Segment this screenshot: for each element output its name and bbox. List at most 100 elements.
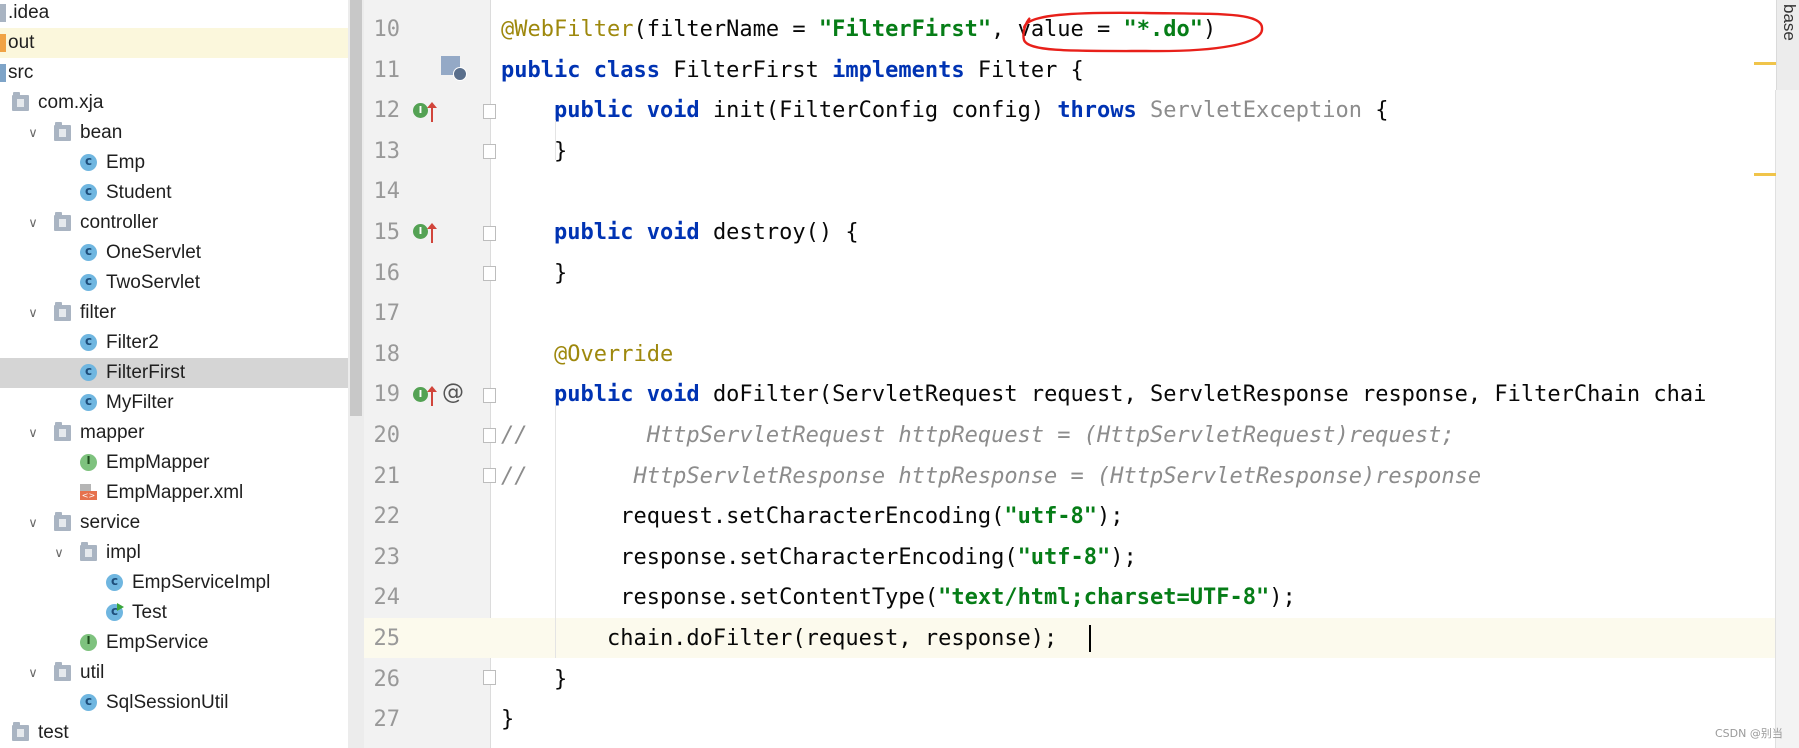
code-token: public class	[501, 58, 674, 83]
tree-item[interactable]: src	[0, 58, 348, 88]
runnable-badge-icon	[117, 603, 124, 611]
tree-expand-chevron-icon[interactable]: ∨	[24, 418, 42, 448]
tree-item-label: EmpServiceImpl	[132, 572, 271, 593]
editor-scrollbar[interactable]	[1775, 90, 1799, 748]
tree-item[interactable]: EmpServiceImpl	[0, 566, 348, 598]
tree-item[interactable]: TwoServlet	[0, 266, 348, 298]
tree-item[interactable]: .idea	[0, 0, 348, 28]
fold-start-icon[interactable]	[483, 428, 496, 443]
code-line[interactable]: chain.doFilter(request, response);	[501, 619, 1057, 659]
tree-expand-chevron-icon[interactable]: ∨	[24, 298, 42, 328]
fold-end-icon[interactable]	[483, 670, 496, 685]
code-token: public void	[553, 98, 713, 123]
code-token: doFilter(ServletRequest request, Servlet…	[712, 382, 1707, 407]
tree-item[interactable]: ∨ filter	[0, 298, 348, 328]
tree-item[interactable]: OneServlet	[0, 236, 348, 268]
code-token: @WebFilter	[501, 17, 634, 42]
tree-expand-chevron-icon[interactable]: ∨	[50, 538, 68, 568]
annotation-at-icon[interactable]: @	[442, 380, 464, 405]
tree-item[interactable]: SqlSessionUtil	[0, 686, 348, 718]
tree-item[interactable]: EmpMapper	[0, 446, 348, 478]
tree-item[interactable]: ∨ bean	[0, 118, 348, 148]
tree-item[interactable]: out	[0, 28, 348, 58]
java-class-icon	[80, 236, 97, 266]
tree-expand-chevron-icon[interactable]: ∨	[24, 208, 42, 238]
code-line[interactable]: }	[501, 254, 567, 294]
tree-item-label: MyFilter	[106, 392, 174, 413]
code-token: public void	[553, 382, 713, 407]
override-arrow-icon[interactable]	[427, 223, 437, 243]
code-token: FilterFirst	[673, 58, 833, 83]
code-line[interactable]: response.setCharacterEncoding("utf-8");	[501, 538, 1137, 578]
code-line[interactable]: // HttpServletRequest httpRequest = (Htt…	[501, 416, 1455, 456]
code-line[interactable]: }	[501, 132, 567, 172]
tree-expand-chevron-icon[interactable]: ∨	[24, 508, 42, 538]
fold-start-icon[interactable]	[483, 226, 496, 241]
tree-item[interactable]: ∨ util	[0, 658, 348, 688]
tree-scrollbar-thumb[interactable]	[350, 0, 362, 416]
tree-item[interactable]: Student	[0, 176, 348, 208]
code-line[interactable]: // HttpServletResponse httpResponse = (H…	[501, 457, 1481, 497]
tree-item-label: Test	[132, 602, 167, 623]
tree-item[interactable]: FilterFirst	[0, 356, 348, 388]
code-line[interactable]: }	[501, 700, 514, 740]
code-line[interactable]: public void destroy() {	[501, 213, 859, 253]
line-number: 25	[373, 626, 401, 651]
tree-item[interactable]: ∨ controller	[0, 208, 348, 238]
implements-method-icon[interactable]: I	[413, 224, 428, 239]
watermark: CSDN @别当	[1715, 727, 1783, 740]
folder-icon	[12, 92, 29, 111]
text-cursor	[1089, 625, 1091, 652]
code-line[interactable]: }	[501, 660, 567, 700]
fold-start-icon[interactable]	[483, 388, 496, 403]
tree-item-label: Emp	[106, 152, 146, 173]
tree-item[interactable]: Filter2	[0, 326, 348, 358]
fold-end-icon[interactable]	[483, 266, 496, 281]
line-number: 14	[373, 179, 401, 204]
tree-expand-chevron-icon[interactable]: ∨	[24, 658, 42, 688]
code-token: "utf-8"	[1017, 545, 1111, 570]
web-filter-icon[interactable]	[441, 56, 467, 81]
tree-item[interactable]: Test	[0, 596, 348, 628]
code-line[interactable]: request.setCharacterEncoding("utf-8");	[501, 497, 1123, 537]
code-token: "FilterFirst"	[818, 17, 992, 42]
tree-item-label: controller	[80, 212, 159, 233]
override-arrow-icon[interactable]	[427, 386, 437, 406]
tree-item-label: EmpService	[106, 632, 209, 653]
tree-item[interactable]: ∨ service	[0, 508, 348, 538]
implements-method-icon[interactable]: I	[413, 103, 428, 118]
code-token: );	[1110, 545, 1137, 570]
tree-item[interactable]: ∨ mapper	[0, 418, 348, 448]
code-token: }	[501, 707, 515, 732]
implements-method-icon[interactable]: I	[413, 387, 428, 402]
fold-start-icon[interactable]	[483, 104, 496, 119]
override-arrow-icon[interactable]	[427, 102, 437, 122]
tree-expand-chevron-icon[interactable]: ∨	[24, 118, 42, 148]
tree-item-label: FilterFirst	[106, 362, 186, 383]
indent-guide	[555, 120, 556, 160]
tree-item[interactable]: ∨ impl	[0, 538, 348, 568]
tree-item[interactable]: com.xja	[0, 88, 348, 118]
code-line[interactable]: public void doFilter(ServletRequest requ…	[501, 375, 1706, 415]
tree-item[interactable]: MyFilter	[0, 386, 348, 418]
fold-end-icon[interactable]	[483, 468, 496, 483]
code-token: request.setCharacterEncoding(	[501, 504, 1005, 529]
tree-item[interactable]: test	[0, 718, 348, 748]
folder-icon	[54, 212, 71, 231]
tree-item[interactable]: EmpMapper.xml	[0, 478, 348, 508]
code-line[interactable]: response.setContentType("text/html;chars…	[501, 578, 1296, 618]
line-number: 10	[373, 17, 401, 42]
code-line[interactable]: public class FilterFirst implements Filt…	[501, 51, 1084, 91]
code-token: "text/html;charset=UTF-8"	[938, 585, 1270, 610]
warning-stripe[interactable]	[1754, 173, 1776, 176]
fold-end-icon[interactable]	[483, 144, 496, 159]
excluded-folder-icon	[0, 34, 6, 52]
code-line[interactable]: @Override	[501, 335, 673, 375]
code-line[interactable]: public void init(FilterConfig config) th…	[501, 91, 1388, 131]
xml-file-icon	[80, 484, 97, 501]
side-panel-label[interactable]: base	[1779, 4, 1799, 41]
code-token: }	[501, 261, 568, 286]
tree-item[interactable]: EmpService	[0, 626, 348, 658]
tree-item[interactable]: Emp	[0, 146, 348, 178]
warning-stripe[interactable]	[1754, 62, 1776, 65]
